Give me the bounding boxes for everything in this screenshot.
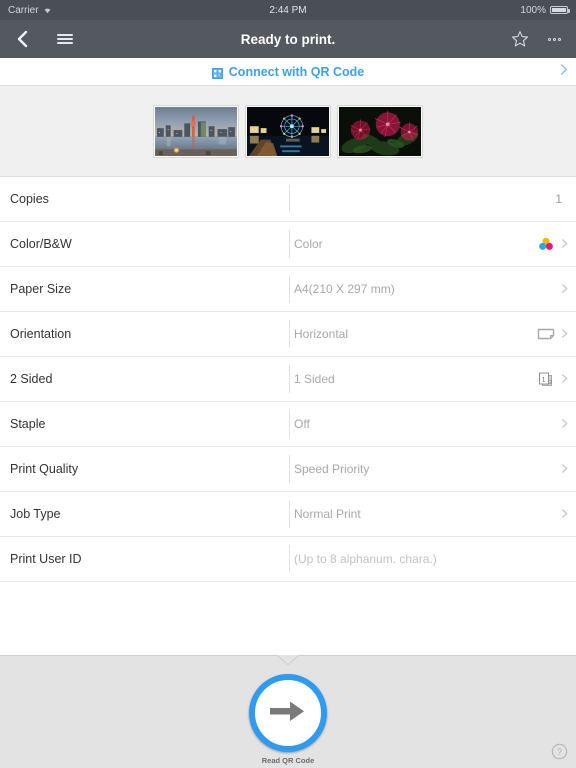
status-bar: Carrier 2:44 PM 100%: [0, 0, 576, 20]
landscape-page-icon: [536, 325, 556, 343]
thumbnail-ferris-wheel-night[interactable]: [246, 105, 330, 157]
arrow-right-icon: [266, 696, 310, 731]
setting-label: Staple: [10, 417, 46, 431]
setting-value: Speed Priority: [294, 462, 370, 476]
battery-percent-label: 100%: [520, 4, 546, 16]
setting-accessory: [560, 282, 576, 296]
setting-value: Off: [294, 417, 310, 431]
nav-bar-actions: [510, 29, 564, 49]
setting-row-print-user-id[interactable]: Print User ID (Up to 8 alphanum. chara.): [0, 537, 576, 582]
setting-label: Color/B&W: [10, 237, 72, 251]
setting-accessory: [560, 462, 576, 476]
read-qr-code-button[interactable]: Read QR Code: [249, 674, 327, 765]
setting-accessory: [536, 235, 576, 253]
setting-label: Print User ID: [10, 552, 82, 566]
two-sided-pages-icon: 2 1: [536, 370, 556, 388]
chevron-right-icon: [560, 462, 570, 476]
row-divider: [289, 410, 290, 438]
setting-row-staple[interactable]: Staple Off: [0, 402, 576, 447]
preview-thumbnail-strip: [0, 86, 576, 177]
setting-row-orientation[interactable]: Orientation Horizontal: [0, 312, 576, 357]
row-divider: [289, 545, 290, 573]
setting-accessory: [560, 507, 576, 521]
page-title: Ready to print.: [240, 31, 336, 47]
setting-value: 1 Sided: [294, 372, 335, 386]
more-dots-icon: [547, 37, 551, 41]
setting-label: Print Quality: [10, 462, 79, 476]
status-bar-right: 100%: [520, 4, 570, 16]
setting-label: Paper Size: [10, 282, 72, 296]
setting-label: Job Type: [10, 507, 61, 521]
setting-accessory: 2 1: [536, 370, 576, 388]
setting-row-job-type[interactable]: Job Type Normal Print: [0, 492, 576, 537]
color-wheel-icon: [536, 235, 556, 253]
row-divider: [289, 500, 290, 528]
hamburger-menu-button[interactable]: [52, 24, 78, 54]
chevron-right-icon: [560, 417, 570, 431]
print-user-id-input[interactable]: (Up to 8 alphanum. chara.): [289, 552, 576, 566]
carrier-label: Carrier: [8, 4, 39, 16]
status-bar-time: 2:44 PM: [269, 4, 307, 16]
setting-label: 2 Sided: [10, 372, 53, 386]
setting-label: Orientation: [10, 327, 72, 341]
setting-accessory: [536, 325, 576, 343]
svg-text:2: 2: [549, 380, 552, 386]
row-divider: [289, 455, 290, 483]
read-qr-code-ring: [249, 674, 327, 752]
nav-bar: Ready to print.: [0, 20, 576, 58]
setting-row-print-quality[interactable]: Print Quality Speed Priority: [0, 447, 576, 492]
back-button[interactable]: [12, 24, 34, 54]
row-divider: [289, 320, 290, 348]
star-outline-icon: [510, 29, 530, 49]
chevron-right-icon: [560, 327, 570, 341]
chevron-right-icon: [559, 63, 568, 81]
row-divider: [289, 275, 290, 303]
favorite-button[interactable]: [510, 29, 530, 49]
footer-panel: Read QR Code ?: [0, 655, 576, 768]
setting-row-copies[interactable]: Copies 1: [0, 177, 576, 222]
svg-text:?: ?: [557, 747, 562, 757]
thumbnail-red-powderpuff-flowers[interactable]: [338, 105, 422, 157]
thumbnail-harbor-skyline-dusk[interactable]: [154, 105, 238, 157]
setting-label: Copies: [10, 192, 49, 206]
setting-row-paper-size[interactable]: Paper Size A4(210 X 297 mm): [0, 267, 576, 312]
setting-accessory: [560, 417, 576, 431]
chevron-right-icon: [560, 282, 570, 296]
read-qr-code-label: Read QR Code: [261, 756, 315, 765]
battery-full-icon: [550, 6, 570, 14]
setting-value: Color: [294, 237, 323, 251]
setting-value: 1: [555, 192, 562, 206]
footer-notch: [277, 655, 299, 666]
chevron-right-icon: [560, 237, 570, 251]
chevron-right-icon: [560, 372, 570, 386]
connect-qr-label: Connect with QR Code: [228, 64, 365, 79]
row-divider: [289, 230, 290, 258]
help-button[interactable]: ?: [551, 743, 568, 760]
setting-row-2-sided[interactable]: 2 Sided 1 Sided 2 1: [0, 357, 576, 402]
status-bar-left: Carrier: [8, 5, 52, 16]
connect-qr-content: Connect with QR Code: [211, 64, 365, 79]
chevron-right-icon: [560, 507, 570, 521]
print-settings-screen: Carrier 2:44 PM 100% Ready to print. Con…: [0, 0, 576, 768]
setting-value: Normal Print: [294, 507, 361, 521]
row-divider: [289, 185, 290, 213]
setting-row-color-bw[interactable]: Color/B&W Color: [0, 222, 576, 267]
connect-qr-bar[interactable]: Connect with QR Code: [0, 58, 576, 86]
setting-value: Horizontal: [294, 327, 349, 341]
more-options-button[interactable]: [544, 29, 564, 49]
wifi-icon: [43, 6, 52, 14]
setting-value: A4(210 X 297 mm): [294, 282, 395, 296]
qr-code-icon: [211, 66, 223, 79]
print-settings-list: Copies 1 Color/B&W Color Paper Size A4(2…: [0, 177, 576, 582]
row-divider: [289, 365, 290, 393]
